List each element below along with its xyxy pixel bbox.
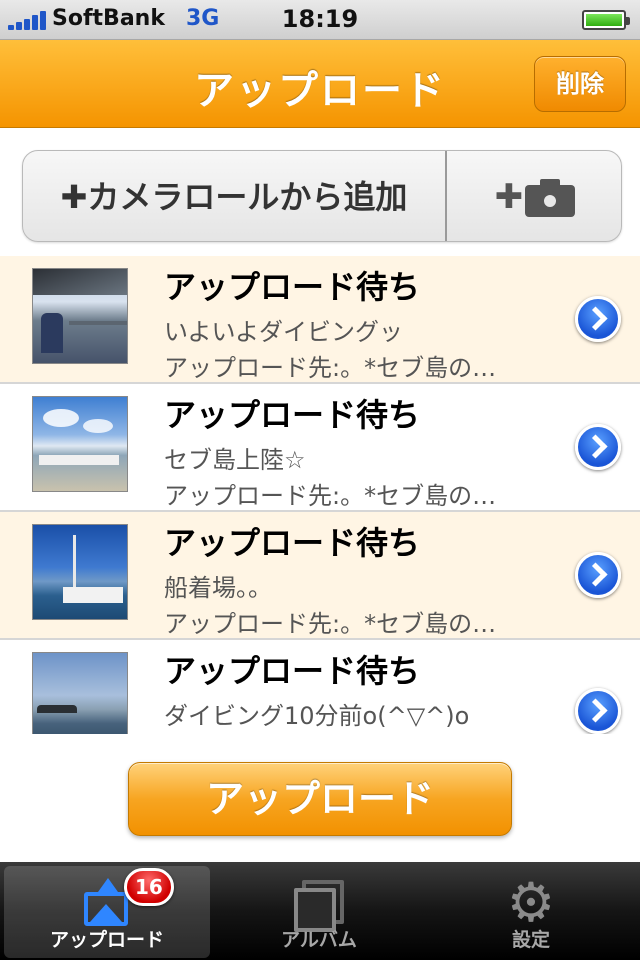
detail-disclosure-icon[interactable] [575,296,621,342]
upload-status-title: アップロード待ち [164,396,421,434]
upload-status-title: アップロード待ち [164,268,421,306]
photo-comment: いよいよダイビングッ [164,318,404,346]
upload-button[interactable]: アップロード [128,762,512,836]
tab-upload[interactable]: 16 アップロード [4,866,210,958]
upload-destination: アップロード先:。*セブ島の… [164,610,497,638]
battery-icon [582,10,630,30]
add-from-camera-roll-button[interactable]: ✚カメラロールから追加 [23,151,445,241]
take-photo-button[interactable]: ✚ [447,151,621,241]
photo-thumbnail [32,524,128,620]
gear-icon: ⚙ [506,871,556,934]
camera-icon [525,177,576,217]
tab-settings[interactable]: ⚙ 設定 [428,866,634,958]
photo-thumbnail [32,268,128,364]
upload-destination: アップロード先:。*セブ島の… [164,482,497,510]
status-time: 18:19 [281,5,359,33]
photo-comment: 船着場。。 [164,574,272,602]
upload-status-title: アップロード待ち [164,524,421,562]
photo-thumbnail [32,396,128,492]
navigation-bar: アップロード 削除 [0,40,640,128]
tab-label: アップロード [49,929,164,951]
status-bar: SoftBank 3G 18:19 [0,0,640,40]
upload-status-title: アップロード待ち [164,652,421,690]
tab-bar: 16 アップロード アルバム ⚙ 設定 [0,862,640,960]
upload-queue-list: アップロード待ち いよいよダイビングッ アップロード先:。*セブ島の… アップロ… [0,256,640,734]
list-item[interactable]: アップロード待ち 船着場。。 アップロード先:。*セブ島の… [0,512,640,640]
add-photo-bar: ✚カメラロールから追加 ✚ [22,150,622,242]
list-item[interactable]: アップロード待ち セブ島上陸☆ アップロード先:。*セブ島の… [0,384,640,512]
upload-count-badge: 16 [124,868,174,906]
tab-label: 設定 [511,929,550,951]
list-item[interactable]: アップロード待ち いよいよダイビングッ アップロード先:。*セブ島の… [0,256,640,384]
photo-thumbnail [32,652,128,734]
photo-comment: ダイビング10分前o(^▽^)o [164,702,470,730]
photo-comment: セブ島上陸☆ [164,446,306,474]
detail-disclosure-icon[interactable] [575,552,621,598]
upload-destination: アップロード先:。*セブ島の… [164,354,497,382]
album-icon [292,880,348,932]
detail-disclosure-icon[interactable] [575,424,621,470]
detail-disclosure-icon[interactable] [575,688,621,734]
tab-album[interactable]: アルバム [216,866,422,958]
delete-button[interactable]: 削除 [534,56,626,112]
list-item[interactable]: アップロード待ち ダイビング10分前o(^▽^)o [0,640,640,734]
tab-label: アルバム [281,929,357,951]
plus-icon: ✚ [494,177,524,217]
